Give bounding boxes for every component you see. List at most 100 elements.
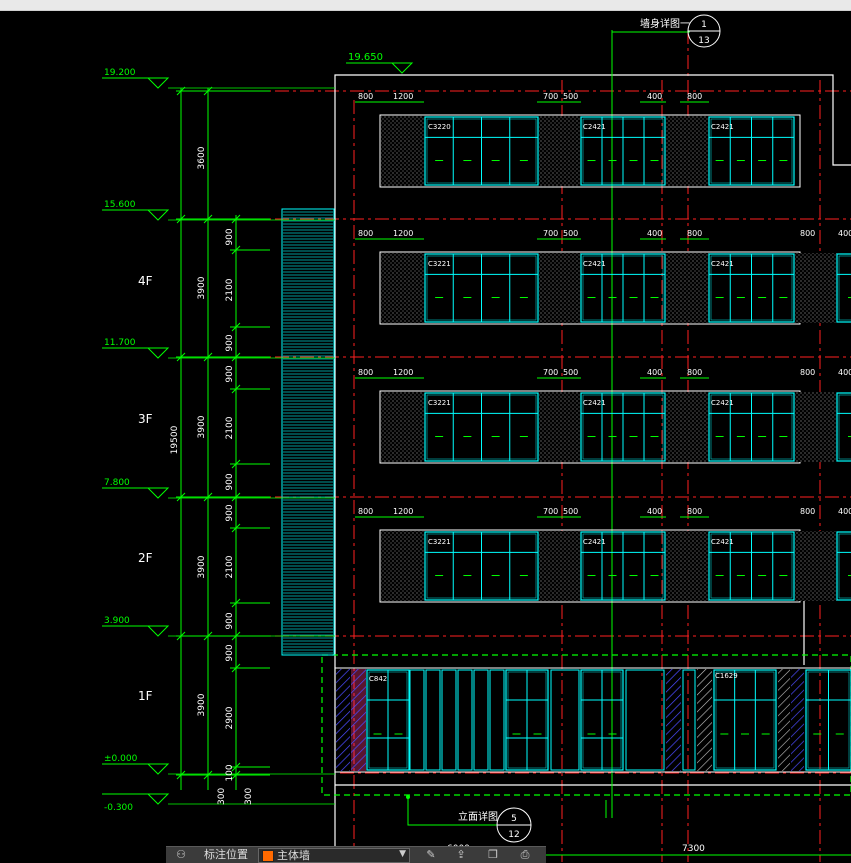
- floor-band-3: C3221 C2421 C2421 800 1200 700 500 400 800 800 400: [355, 229, 851, 325]
- svg-text:400: 400: [647, 368, 662, 377]
- callout-bottom-sheet: 12: [508, 830, 519, 840]
- window-tag: C2421: [583, 123, 606, 131]
- floor-height-dim: 3900: [197, 276, 207, 299]
- svg-text:800: 800: [358, 507, 373, 516]
- elevation-label: ±0.000: [104, 754, 138, 764]
- band-top-dims: 800 1200 700 500 400 800: [355, 92, 709, 103]
- svg-text:800: 800: [358, 368, 373, 377]
- masonry-panel: [795, 392, 837, 462]
- svg-text:800: 800: [800, 368, 815, 377]
- storefront-panel: [489, 669, 505, 771]
- svg-text:7300: 7300: [682, 844, 705, 854]
- callout-top-num: 1: [701, 20, 707, 30]
- band-top-dims: 800 1200 700 500 400 800 800 400: [355, 368, 851, 379]
- svg-text:19.650: 19.650: [348, 52, 383, 63]
- users-icon[interactable]: ⚇: [174, 848, 188, 861]
- window-tag: C3221: [428, 538, 451, 546]
- masonry-panel: [666, 531, 709, 601]
- louver-panel: [281, 208, 335, 656]
- svg-text:400: 400: [647, 507, 662, 516]
- window-tag: C3220: [428, 123, 451, 131]
- window-tag: C2421: [711, 399, 734, 407]
- band-top-dims: 800 1200 700 500 400 800 800 400: [355, 507, 851, 518]
- sub-dim: 900: [225, 612, 235, 629]
- floor-band-2: C3221 C2421 C2421 800 1200 700 500 400 800 800 400: [355, 368, 851, 464]
- window-tag: C2421: [711, 538, 734, 546]
- masonry-panel: [666, 253, 709, 323]
- elevation-label: 15.600: [104, 200, 136, 210]
- storefront-panel: [473, 669, 489, 771]
- window-tag: C842: [369, 675, 387, 683]
- svg-text:700: 700: [543, 507, 558, 516]
- svg-text:400: 400: [838, 229, 851, 238]
- layer-name: 主体墙: [277, 849, 310, 862]
- sub-dim: 2100: [225, 416, 235, 439]
- masonry-panel: [381, 531, 424, 601]
- elevation-label: 11.700: [104, 338, 136, 348]
- building-outline: [321, 74, 851, 862]
- svg-text:800: 800: [687, 92, 702, 101]
- elevation-drawing: C3220 C2421 C2421 800 1200 700 500 400 800 C3221 C…: [102, 14, 851, 862]
- total-height-dim: 19500: [170, 425, 180, 454]
- sub-dim: 2900: [225, 706, 235, 729]
- detail-callout-top: 墙身详图一 1 13: [640, 14, 721, 48]
- callout-top-label: 墙身详图一: [640, 17, 690, 30]
- window-tag: C2421: [711, 260, 734, 268]
- cad-drawing-canvas[interactable]: C3220 C2421 C2421 800 1200 700 500 400 800 C3221 C…: [0, 10, 851, 862]
- window-tag: C2421: [583, 260, 606, 268]
- svg-text:1200: 1200: [393, 507, 413, 516]
- svg-text:400: 400: [647, 92, 662, 101]
- hatched-column: [791, 669, 804, 771]
- masonry-panel: [381, 253, 424, 323]
- storefront-panel: [441, 669, 457, 771]
- storefront-panel: [625, 669, 665, 771]
- window-tag: C2421: [583, 399, 606, 407]
- masonry-panel: [666, 116, 709, 186]
- masonry-panel: [381, 392, 424, 462]
- copy-icon[interactable]: ❐: [486, 848, 500, 861]
- hatched-column: [336, 669, 350, 771]
- layer-dropdown[interactable]: 主体墙 ▼: [258, 848, 410, 863]
- svg-text:400: 400: [838, 507, 851, 516]
- elevation-label: 7.800: [104, 478, 130, 488]
- masonry-panel: [795, 253, 837, 323]
- window-tag: C2421: [583, 538, 606, 546]
- edit-icon[interactable]: ✎: [424, 848, 438, 861]
- svg-text:500: 500: [563, 507, 578, 516]
- bottom-dim: 300: [217, 788, 227, 805]
- storefront-panel: [682, 669, 696, 771]
- band-top-dims: 800 1200 700 500 400 800 800 400: [355, 229, 851, 240]
- sub-dim: 900: [225, 228, 235, 245]
- floor-height-dim: 3600: [197, 146, 207, 169]
- svg-text:800: 800: [687, 507, 702, 516]
- sub-dim: 100: [225, 764, 235, 781]
- print-icon[interactable]: ⎙: [518, 848, 532, 861]
- svg-text:800: 800: [358, 92, 373, 101]
- floor-label: 4F: [138, 274, 153, 288]
- svg-text:800: 800: [687, 368, 702, 377]
- svg-text:800: 800: [687, 229, 702, 238]
- hatched-column: [666, 669, 681, 771]
- svg-text:500: 500: [563, 92, 578, 101]
- move-icon[interactable]: ⇪: [454, 848, 468, 861]
- svg-text:700: 700: [543, 229, 558, 238]
- floor-band-4: C3220 C2421 C2421 800 1200 700 500 400 800: [355, 92, 801, 188]
- sub-dim: 2100: [225, 278, 235, 301]
- vertical-dimensions: 19500 3600 3900 3900 3900 3900 900 2100 900 900 21…: [170, 86, 270, 805]
- floor-height-dim: 3900: [197, 415, 207, 438]
- svg-text:800: 800: [800, 507, 815, 516]
- elevation-marker: 15.600: [102, 200, 335, 221]
- sub-dim: 900: [225, 644, 235, 661]
- svg-text:1200: 1200: [393, 92, 413, 101]
- floor-label: 2F: [138, 551, 153, 565]
- window-tag: C1629: [715, 672, 738, 680]
- layer-label: 标注位置: [204, 848, 248, 861]
- window-bands: C3220 C2421 C2421 800 1200 700 500 400 800 C3221 C…: [355, 92, 851, 603]
- svg-text:500: 500: [563, 229, 578, 238]
- callout-bottom-num: 5: [511, 814, 517, 824]
- svg-text:500: 500: [563, 368, 578, 377]
- callout-bottom-label: 立面详图: [458, 810, 498, 823]
- window-tag: C3221: [428, 260, 451, 268]
- sub-dim: 900: [225, 504, 235, 521]
- detail-callout-bottom: 立面详图 5 12: [406, 795, 532, 843]
